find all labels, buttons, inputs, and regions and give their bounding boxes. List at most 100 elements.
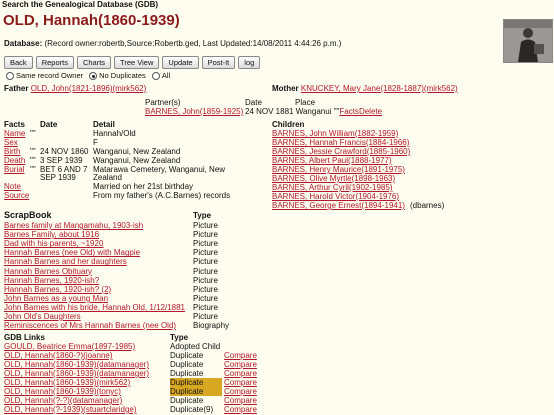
gdb-link-type: Duplicate [170, 360, 204, 369]
compare-link[interactable]: Compare [224, 351, 257, 360]
gdb-link[interactable]: OLD, Hannah(?-1939)(stuartclaridge) [4, 405, 137, 414]
child-link[interactable]: BARNES, George Ernest(1894-1941) [272, 201, 405, 210]
fact-name-link[interactable]: Source [4, 191, 29, 200]
radio-button[interactable] [6, 72, 14, 81]
post-it-button[interactable]: Post-It [201, 56, 236, 69]
gdb-link[interactable]: OLD, Hannah(1860-?)(joanne) [4, 351, 113, 360]
scrapbook-item-link[interactable]: Hannah Barnes (nee Old) with Magpie [4, 248, 140, 257]
scrapbook-item-link[interactable]: Dad with his parents, ~1920 [4, 239, 103, 248]
child-link[interactable]: BARNES, John William(1882-1959) [272, 129, 398, 138]
father-row: Father OLD, John(1821-1896)(mirk562) [4, 84, 146, 93]
child-link[interactable]: BARNES, Harold Victor(1904-1976) [272, 192, 399, 201]
scrapbook-item-type: Picture [193, 266, 218, 276]
child-link[interactable]: BARNES, Jessie Crawford(1885-1960) [272, 147, 410, 156]
compare-link[interactable]: Compare [224, 396, 257, 405]
scrapbook-item-link[interactable]: Hannah Barnes Obituary [4, 267, 92, 276]
child-link[interactable]: BARNES, Arthur Cyril(1902-1985) [272, 183, 393, 192]
database-record-info: (Record owner:robertb,Source:Robertb.ged… [44, 39, 342, 48]
gdb-link[interactable]: OLD, Hannah(?-?)(datamanager) [4, 396, 122, 405]
fact-date: 24 NOV 1860 [40, 147, 89, 156]
scrapbook-type-header: Type [193, 211, 212, 220]
gdb-link-type: Duplicate [170, 387, 222, 396]
scrapbook-item-type: Picture [193, 302, 218, 312]
partner-place-header: Place [295, 98, 316, 107]
child-link[interactable]: BARNES, Albert Paul(1888-1977) [272, 156, 392, 165]
tree-view-button[interactable]: Tree View [114, 56, 160, 69]
scrapbook-item-type: Biography [193, 321, 230, 331]
partner-delete-link[interactable]: Delete [359, 107, 382, 116]
fact-date: 3 SEP 1939 [40, 156, 83, 165]
scrapbook-item-link[interactable]: Hannah Barnes, 1920-ish? (2) [4, 285, 111, 294]
fact-detail: Hannah/Old [93, 129, 136, 138]
child-link[interactable]: BARNES, Hannah Francis(1884-1966) [272, 138, 409, 147]
duplicate-filter: Same record Owner No Duplicates All [6, 71, 171, 81]
gdb-link-type: Duplicate [170, 351, 204, 360]
father-label: Father [4, 84, 29, 93]
radio-same-record-owner[interactable]: Same record Owner [6, 71, 83, 81]
fact-detail: Wanganui, New Zealand [93, 147, 181, 156]
scrapbook-item-link[interactable]: Reminiscences of Mrs Hannah Barnes (nee … [4, 321, 176, 330]
fact-detail: Wanganui, New Zealand [93, 156, 181, 165]
compare-link[interactable]: Compare [224, 405, 257, 414]
radio-label: All [161, 71, 171, 80]
gdb-link[interactable]: OLD, Hannah(1860-1939)(datamanager) [4, 360, 149, 369]
scrapbook-item-link[interactable]: Hannah Barnes and her daughters [4, 257, 127, 266]
scrapbook-item-link[interactable]: Hannah Barnes, 1920-ish? [4, 276, 99, 285]
gdb-link-type: Adopted Child [170, 342, 221, 351]
fact-detail: Married on her 21st birthday [93, 182, 194, 191]
compare-link[interactable]: Compare [224, 369, 257, 378]
radio-all[interactable]: All [151, 71, 171, 81]
reports-button[interactable]: Reports [35, 56, 74, 69]
back-button[interactable]: Back [4, 56, 33, 69]
father-link[interactable]: OLD, John(1821-1896)(mirk562) [31, 84, 147, 93]
partner-place: Wanganui [295, 107, 332, 116]
facts-detail-header: Detail [93, 120, 115, 129]
fact-name-link[interactable]: Sex [4, 138, 18, 147]
fact-marks: "" [30, 165, 36, 174]
child-owner-note: (dbarnes) [410, 201, 445, 210]
gdb-links-header: GDB Links [4, 333, 45, 342]
radio-button-selected[interactable] [89, 72, 98, 81]
scrapbook-item-link[interactable]: Barnes Family, about 1916 [4, 230, 99, 239]
fact-name-link[interactable]: Birth [4, 147, 20, 156]
compare-link[interactable]: Compare [224, 387, 257, 396]
mother-link[interactable]: KNUCKEY, Mary Jane(1828-1887)(mirk562) [301, 84, 458, 93]
child-link[interactable]: BARNES, Olive Myrtle(1898-1963) [272, 174, 395, 183]
gdb-link[interactable]: OLD, Hannah(1860-1939)(mirk562) [4, 378, 130, 387]
scrapbook-item-link[interactable]: John Barnes as a young Man [4, 294, 108, 303]
compare-link[interactable]: Compare [224, 378, 257, 387]
fact-name-link[interactable]: Death [4, 156, 25, 165]
scrapbook-item-type: Picture [193, 293, 218, 303]
portrait-image [504, 20, 552, 62]
radio-no-duplicates[interactable]: No Duplicates [89, 71, 146, 81]
fact-marks: "" [30, 147, 36, 156]
fact-name-link[interactable]: Burial [4, 165, 24, 174]
fact-marks: "" [30, 156, 36, 165]
facts-header: Facts [4, 120, 25, 129]
gdb-link[interactable]: OLD, Hannah(1860-1939)(tonyc) [4, 387, 121, 396]
scrapbook-item-link[interactable]: John Barnes with his bride, Hannah Old, … [4, 303, 185, 312]
gdb-link[interactable]: GOULD, Beatrice Emma(1897-1985) [4, 342, 135, 351]
gdb-links-type-header: Type [170, 333, 189, 342]
charts-button[interactable]: Charts [76, 56, 112, 69]
scrapbook-item-link[interactable]: John Old's Daughters [4, 312, 81, 321]
partner-link[interactable]: BARNES, John(1859-1925) [145, 107, 243, 116]
radio-button[interactable] [151, 72, 160, 81]
scrapbook-item-type: Picture [193, 257, 218, 267]
compare-link[interactable]: Compare [224, 360, 257, 369]
child-link[interactable]: BARNES, Henry Maurice(1891-1975) [272, 165, 405, 174]
update-button[interactable]: Update [162, 56, 199, 69]
gdb-link-type: Duplicate(9) [170, 405, 214, 414]
database-label: Database: [4, 39, 43, 48]
partner-header: Partner(s) [145, 98, 181, 107]
partner-row: BARNES, John(1859-1925) [145, 107, 243, 116]
person-photo[interactable] [503, 19, 553, 63]
scrapbook-item-link[interactable]: Barnes family at Mangamahu, 1903-ish [4, 221, 143, 230]
log-button[interactable]: log [238, 56, 261, 69]
fact-name-link[interactable]: Name [4, 129, 25, 138]
partner-facts-link[interactable]: Facts [339, 107, 359, 116]
database-info: Database: (Record owner:robertb,Source:R… [4, 39, 341, 48]
scrapbook-item-type: Picture [193, 239, 218, 249]
fact-name-link[interactable]: Note [4, 182, 21, 191]
gdb-link[interactable]: OLD, Hannah(1860-1939)(datamanager) [4, 369, 149, 378]
